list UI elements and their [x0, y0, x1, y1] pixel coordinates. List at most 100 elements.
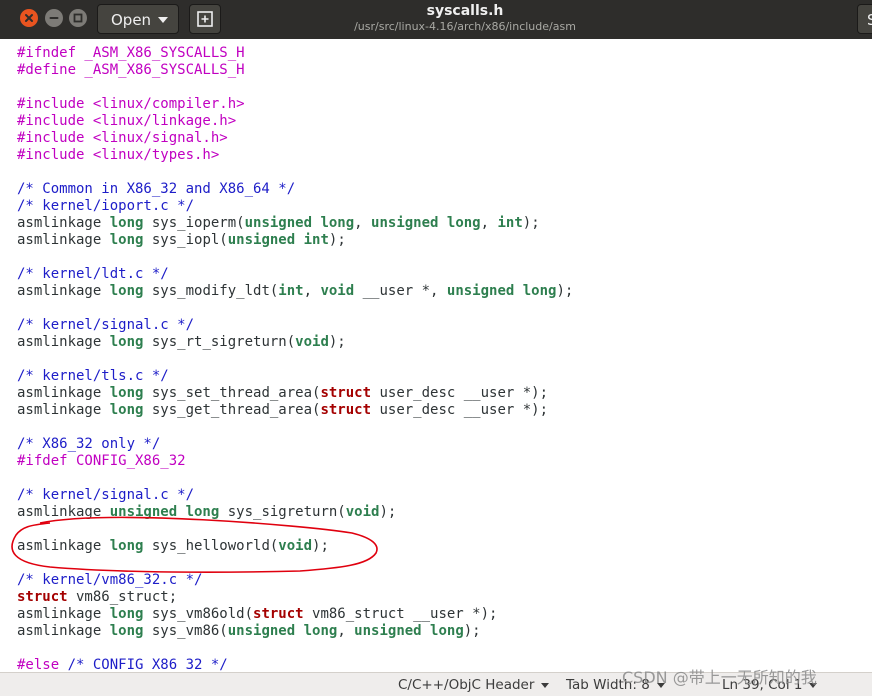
- code-token: /* kernel/signal.c */: [17, 487, 195, 503]
- code-token: /* kernel/signal.c */: [17, 317, 195, 333]
- code-line[interactable]: /* kernel/tls.c */: [17, 368, 573, 385]
- code-line[interactable]: /* kernel/signal.c */: [17, 317, 573, 334]
- code-token: int: [497, 215, 523, 231]
- code-token: unsigned long: [227, 623, 338, 639]
- code-token: user_desc __user *);: [371, 402, 549, 418]
- code-token: vm86_struct;: [67, 589, 178, 605]
- code-token: #include <linux/signal.h>: [17, 130, 228, 146]
- code-line[interactable]: [17, 351, 573, 368]
- code-token: unsigned long: [446, 283, 557, 299]
- code-token: void: [278, 538, 313, 554]
- save-button-label: S: [867, 11, 872, 29]
- code-token: /* kernel/ldt.c */: [17, 266, 169, 282]
- code-token: asmlinkage: [17, 402, 110, 418]
- code-line[interactable]: #include <linux/linkage.h>: [17, 113, 573, 130]
- code-line[interactable]: /* kernel/ldt.c */: [17, 266, 573, 283]
- code-token: vm86_struct __user *);: [303, 606, 498, 622]
- code-line[interactable]: [17, 164, 573, 181]
- code-line[interactable]: asmlinkage long sys_vm86old(struct vm86_…: [17, 606, 573, 623]
- window-subtitle-path: /usr/src/linux-4.16/arch/x86/include/asm: [354, 20, 576, 33]
- watermark: CSDN @带上一无所知的我: [622, 668, 817, 687]
- code-line[interactable]: asmlinkage long sys_ioperm(unsigned long…: [17, 215, 573, 232]
- code-token: sys_modify_ldt(: [143, 283, 279, 299]
- code-token: ,: [303, 283, 321, 299]
- code-line[interactable]: #include <linux/types.h>: [17, 147, 573, 164]
- code-line[interactable]: [17, 300, 573, 317]
- code-token: #ifndef _ASM_X86_SYSCALLS_H: [17, 45, 245, 61]
- code-line[interactable]: [17, 521, 573, 538]
- code-line[interactable]: asmlinkage long sys_helloworld(void);: [17, 538, 573, 555]
- code-view[interactable]: #ifndef _ASM_X86_SYSCALLS_H #define _ASM_…: [17, 45, 573, 672]
- code-line[interactable]: [17, 470, 573, 487]
- code-token: /* CONFIG_X86_32 */: [59, 657, 228, 672]
- code-token: long: [109, 215, 144, 231]
- code-token: #else: [17, 657, 60, 672]
- code-token: struct: [253, 606, 304, 622]
- code-token: sys_vm86(: [143, 623, 228, 639]
- code-line[interactable]: #include <linux/compiler.h>: [17, 96, 573, 113]
- code-token: asmlinkage: [17, 623, 110, 639]
- code-line[interactable]: [17, 79, 573, 96]
- code-token: struct: [17, 589, 68, 605]
- code-token: asmlinkage: [17, 504, 110, 520]
- window-title: syscalls.h: [426, 3, 504, 19]
- code-line[interactable]: [17, 419, 573, 436]
- code-token: );: [328, 334, 346, 350]
- code-line[interactable]: /* kernel/ioport.c */: [17, 198, 573, 215]
- code-line[interactable]: asmlinkage unsigned long sys_sigreturn(v…: [17, 504, 573, 521]
- code-line[interactable]: /* kernel/signal.c */: [17, 487, 573, 504]
- code-token: #ifdef CONFIG_X86_32: [17, 453, 186, 469]
- text-editor-area[interactable]: #ifndef _ASM_X86_SYSCALLS_H #define _ASM_…: [0, 39, 872, 672]
- code-token: #define _ASM_X86_SYSCALLS_H: [17, 62, 245, 78]
- code-token: unsigned long: [371, 215, 481, 231]
- code-token: user_desc __user *);: [371, 385, 549, 401]
- code-token: int: [278, 283, 304, 299]
- code-line[interactable]: /* X86_32 only */: [17, 436, 573, 453]
- code-line[interactable]: [17, 640, 573, 657]
- code-line[interactable]: #define _ASM_X86_SYSCALLS_H: [17, 62, 573, 79]
- code-token: /* kernel/vm86_32.c */: [17, 572, 203, 588]
- code-token: /* Common in X86_32 and X86_64 */: [17, 181, 296, 197]
- code-token: asmlinkage: [17, 232, 110, 248]
- code-line[interactable]: asmlinkage long sys_modify_ldt(int, void…: [17, 283, 573, 300]
- code-line[interactable]: asmlinkage long sys_rt_sigreturn(void);: [17, 334, 573, 351]
- code-token: asmlinkage: [17, 334, 110, 350]
- code-token: #include <linux/compiler.h>: [17, 96, 245, 112]
- code-line[interactable]: [17, 249, 573, 266]
- code-line[interactable]: #ifndef _ASM_X86_SYSCALLS_H: [17, 45, 573, 62]
- code-line[interactable]: #ifdef CONFIG_X86_32: [17, 453, 573, 470]
- code-token: long: [109, 606, 144, 622]
- chevron-down-icon: [541, 682, 550, 688]
- code-token: long: [109, 232, 144, 248]
- code-line[interactable]: asmlinkage long sys_set_thread_area(stru…: [17, 385, 573, 402]
- code-token: /* X86_32 only */: [17, 436, 161, 452]
- code-token: );: [379, 504, 397, 520]
- code-token: unsigned long: [244, 215, 355, 231]
- save-button[interactable]: S: [857, 4, 872, 34]
- code-line[interactable]: asmlinkage long sys_iopl(unsigned int);: [17, 232, 573, 249]
- code-token: sys_vm86old(: [143, 606, 254, 622]
- title-bar: Open syscalls.h /usr/src/linux-4.16/arch…: [0, 0, 872, 39]
- code-token: sys_ioperm(: [143, 215, 245, 231]
- code-line[interactable]: [17, 555, 573, 572]
- code-token: unsigned long: [354, 623, 464, 639]
- code-line[interactable]: asmlinkage long sys_vm86(unsigned long, …: [17, 623, 573, 640]
- code-line[interactable]: struct vm86_struct;: [17, 589, 573, 606]
- code-token: unsigned long: [109, 504, 220, 520]
- code-line[interactable]: /* kernel/vm86_32.c */: [17, 572, 573, 589]
- code-token: asmlinkage: [17, 538, 110, 554]
- code-token: asmlinkage: [17, 385, 110, 401]
- code-line[interactable]: #else /* CONFIG_X86_32 */: [17, 657, 573, 672]
- code-line[interactable]: /* Common in X86_32 and X86_64 */: [17, 181, 573, 198]
- language-selector[interactable]: C/C++/ObjC Header: [398, 677, 550, 693]
- code-token: void: [295, 334, 329, 350]
- code-token: sys_iopl(: [143, 232, 228, 248]
- code-token: long: [109, 283, 144, 299]
- code-line[interactable]: #include <linux/signal.h>: [17, 130, 573, 147]
- code-line[interactable]: asmlinkage long sys_get_thread_area(stru…: [17, 402, 573, 419]
- code-token: ,: [480, 215, 498, 231]
- code-token: ,: [354, 215, 372, 231]
- code-token: void: [345, 504, 380, 520]
- code-token: long: [109, 623, 144, 639]
- code-token: struct: [320, 402, 372, 418]
